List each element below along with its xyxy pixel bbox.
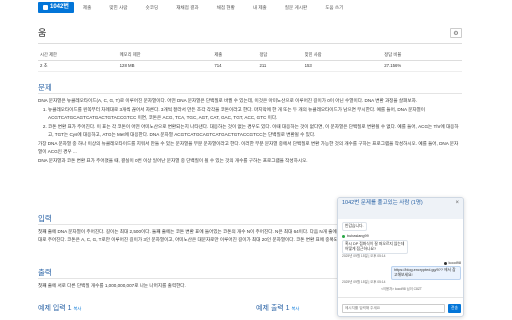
cell-ratio: 27.156% (382, 60, 462, 72)
nav-status[interactable]: 채점 현황 (208, 2, 244, 13)
chat-message-row: https://blog.encrypted.gg/9?? 에서 참고해보세요! (342, 266, 461, 280)
gear-icon: ⚙ (453, 30, 459, 37)
problem-description-2: 가장 DNA 문자열 중 하나 이상의 뉴클레오타이드를 지워서 만들 수 있는… (38, 141, 459, 154)
nav-submit[interactable]: 제출 (74, 2, 100, 13)
problem-menu: 1042번 제출 맞힌 사람 숏코딩 재채점 결과 채점 현황 내 제출 질문 … (38, 2, 352, 13)
copy-example-output-button[interactable]: 복사 (292, 306, 300, 311)
problem-description-3: DNA 문자열과 코돈 변환 표가 주어졌을 때, 결실이 0번 이상 일어난 … (38, 158, 308, 163)
cell-accepted: 211 (257, 60, 303, 72)
problem-icon (43, 5, 48, 10)
header-ratio: 정답 비율 (382, 51, 462, 61)
cell-time-limit: 2 초 (38, 60, 118, 72)
example-output-heading: 예제 출력 1 복사 (256, 303, 299, 313)
table-row: 2 초 128 MB 714 211 153 27.156% (38, 60, 462, 72)
online-icon (342, 235, 345, 238)
problem-number-label: 1042번 (50, 4, 69, 10)
header-accepted: 정답 (257, 51, 303, 61)
chat-panel: 1042번 문제를 풀고있는 사람 (1명) × 반갑습니다. bubaslan… (337, 197, 464, 317)
system-message: 반갑습니다. (342, 222, 367, 231)
copy-example-input-button[interactable]: 복사 (74, 306, 82, 311)
chat-user: bubaslang99 (342, 234, 461, 239)
send-button[interactable]: 전송 (448, 303, 461, 313)
chat-timestamp: 2025년 09월 15일 | 오후 05:14 (342, 280, 386, 284)
top-navigation: 1042번 제출 맞힌 사람 숏코딩 재채점 결과 채점 현황 내 제출 질문 … (0, 0, 512, 14)
chat-message: https://blog.encrypted.gg/9?? 에서 참고해보세요! (391, 266, 461, 280)
close-icon[interactable]: × (455, 200, 459, 207)
section-heading-problem: 문제 (38, 83, 52, 92)
divider (38, 43, 462, 44)
chat-message: 혹시 DP 점화식이 잘 떠오르지 않는데 어떻게 접근하나요? (342, 240, 408, 254)
chat-username[interactable]: bubaslang99 (347, 234, 369, 239)
cell-solvers: 153 (302, 60, 383, 72)
chat-message-text[interactable]: https://blog.encrypted.gg/9?? 에서 참고해보세요! (394, 268, 456, 277)
greeting-text: 반갑습니다. (345, 224, 364, 228)
cell-memory-limit: 128 MB (117, 60, 213, 72)
problem-description: DNA 문자열은 뉴클레오타이드(A, C, G, T)로 이루어진 문자열이다… (38, 98, 418, 103)
problem-title-row: 움 ⚙ (38, 27, 462, 39)
list-item: 코돈 변환 표가 주어진다. 이 표는 각 코돈이 어떤 아미노산으로 변환되는… (48, 123, 462, 139)
cell-submissions: 714 (212, 60, 258, 72)
chat-message-text: 혹시 DP 점화식이 잘 떠오르지 않는데 어떻게 접근하나요? (345, 242, 405, 251)
chat-timestamp: 2025년 09월 15일 | 오후 05:14 (342, 254, 386, 258)
example-output-label: 예제 출력 1 (256, 305, 290, 312)
page-title: 움 (38, 28, 47, 38)
example-input-heading: 예제 입력 1 복사 (38, 303, 81, 313)
nav-solvers[interactable]: 맞힌 사람 (100, 2, 136, 13)
header-solvers: 맞힌 사람 (302, 51, 383, 61)
chat-composer: 전송 (338, 297, 463, 316)
problem-steps-list: 뉴클레오타이드를 왼쪽부터 차례대로 3개씩 끊어서 자른다. 3개씩 잘라서 … (38, 106, 462, 139)
settings-button[interactable]: ⚙ (450, 28, 462, 38)
nav-rejudge[interactable]: 재채점 결과 (167, 2, 207, 13)
problem-info-table: 시간 제한 메모리 제한 제출 정답 맞힌 사람 정답 비율 2 초 128 M… (38, 51, 462, 72)
problem-section: 문제 DNA 문자열은 뉴클레오타이드(A, C, G, T)로 이루어진 문자… (38, 83, 462, 165)
chat-input[interactable] (342, 303, 445, 313)
nav-help[interactable]: 도움 쓰기 (316, 2, 352, 13)
header-submissions: 제출 (212, 51, 258, 61)
chat-notice: <이용자> kood98 님이 C8ZT (381, 287, 422, 291)
list-item: 뉴클레오타이드를 왼쪽부터 차례대로 3개씩 끊어서 자른다. 3개씩 잘라서 … (48, 106, 462, 122)
table-header-row: 시간 제한 메모리 제한 제출 정답 맞힌 사람 정답 비율 (38, 51, 462, 61)
nav-my-submissions[interactable]: 내 제출 (244, 2, 276, 13)
chat-title: 1042번 문제를 풀고있는 사람 (1명) (342, 200, 423, 206)
problem-number-button[interactable]: 1042번 (38, 2, 74, 13)
example-input-label: 예제 입력 1 (38, 305, 72, 312)
nav-short-coding[interactable]: 숏코딩 (137, 2, 168, 13)
chat-header: 1042번 문제를 풀고있는 사람 (1명) × (338, 198, 463, 219)
nav-qna-board[interactable]: 질문 게시판 (276, 2, 316, 13)
header-memory-limit: 메모리 제한 (117, 51, 213, 61)
chat-messages[interactable]: 반갑습니다. bubaslang99 혹시 DP 점화식이 잘 떠오르지 않는데… (338, 219, 463, 297)
user-icon (443, 262, 447, 265)
header-time-limit: 시간 제한 (38, 51, 118, 61)
divider (38, 93, 462, 94)
